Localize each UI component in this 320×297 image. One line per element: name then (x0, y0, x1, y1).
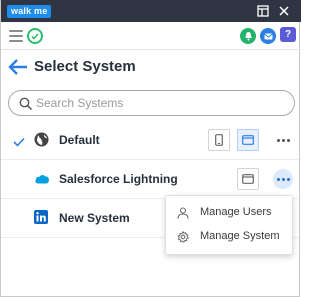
menu-icon[interactable] (9, 30, 23, 42)
gear-icon (177, 230, 189, 243)
walkme-editor-window: walk me ? Select System Search Systems D… (0, 0, 301, 297)
web-device-button[interactable] (237, 129, 259, 151)
more-options-button[interactable] (273, 130, 293, 150)
system-row-default[interactable]: Default (1, 121, 299, 160)
menu-item-label: Manage Users (200, 206, 272, 218)
toolbar: ? (1, 22, 301, 50)
help-icon[interactable]: ? (280, 27, 296, 42)
search-icon (19, 97, 33, 111)
search-input[interactable] (36, 94, 286, 112)
page-title: Select System (34, 58, 136, 75)
system-name: Salesforce Lightning (59, 172, 178, 186)
web-device-button[interactable] (237, 168, 259, 190)
globe-icon (34, 132, 49, 147)
notification-bell-icon[interactable] (240, 28, 256, 44)
close-icon[interactable] (276, 3, 292, 19)
system-options-menu: Manage Users Manage System (165, 195, 293, 255)
message-icon[interactable] (260, 28, 276, 44)
more-options-button[interactable] (273, 169, 293, 189)
salesforce-icon (34, 171, 49, 186)
menu-item-label: Manage System (200, 230, 280, 242)
search-box (8, 90, 295, 116)
system-name: Default (59, 133, 100, 147)
mobile-device-button[interactable] (208, 129, 230, 151)
walkme-logo: walk me (7, 5, 52, 18)
selected-check-icon (13, 134, 25, 147)
maximize-icon[interactable] (255, 3, 271, 19)
status-check-icon[interactable] (27, 28, 43, 44)
menu-item-manage-users[interactable]: Manage Users (166, 201, 294, 225)
system-row-salesforce-lightning[interactable]: Salesforce Lightning (1, 160, 299, 199)
system-name: New System (59, 211, 130, 225)
back-arrow-icon[interactable] (7, 57, 29, 77)
user-icon (177, 206, 189, 219)
linkedin-icon (34, 210, 49, 225)
title-bar: walk me (1, 0, 301, 22)
menu-item-manage-system[interactable]: Manage System (166, 225, 294, 249)
